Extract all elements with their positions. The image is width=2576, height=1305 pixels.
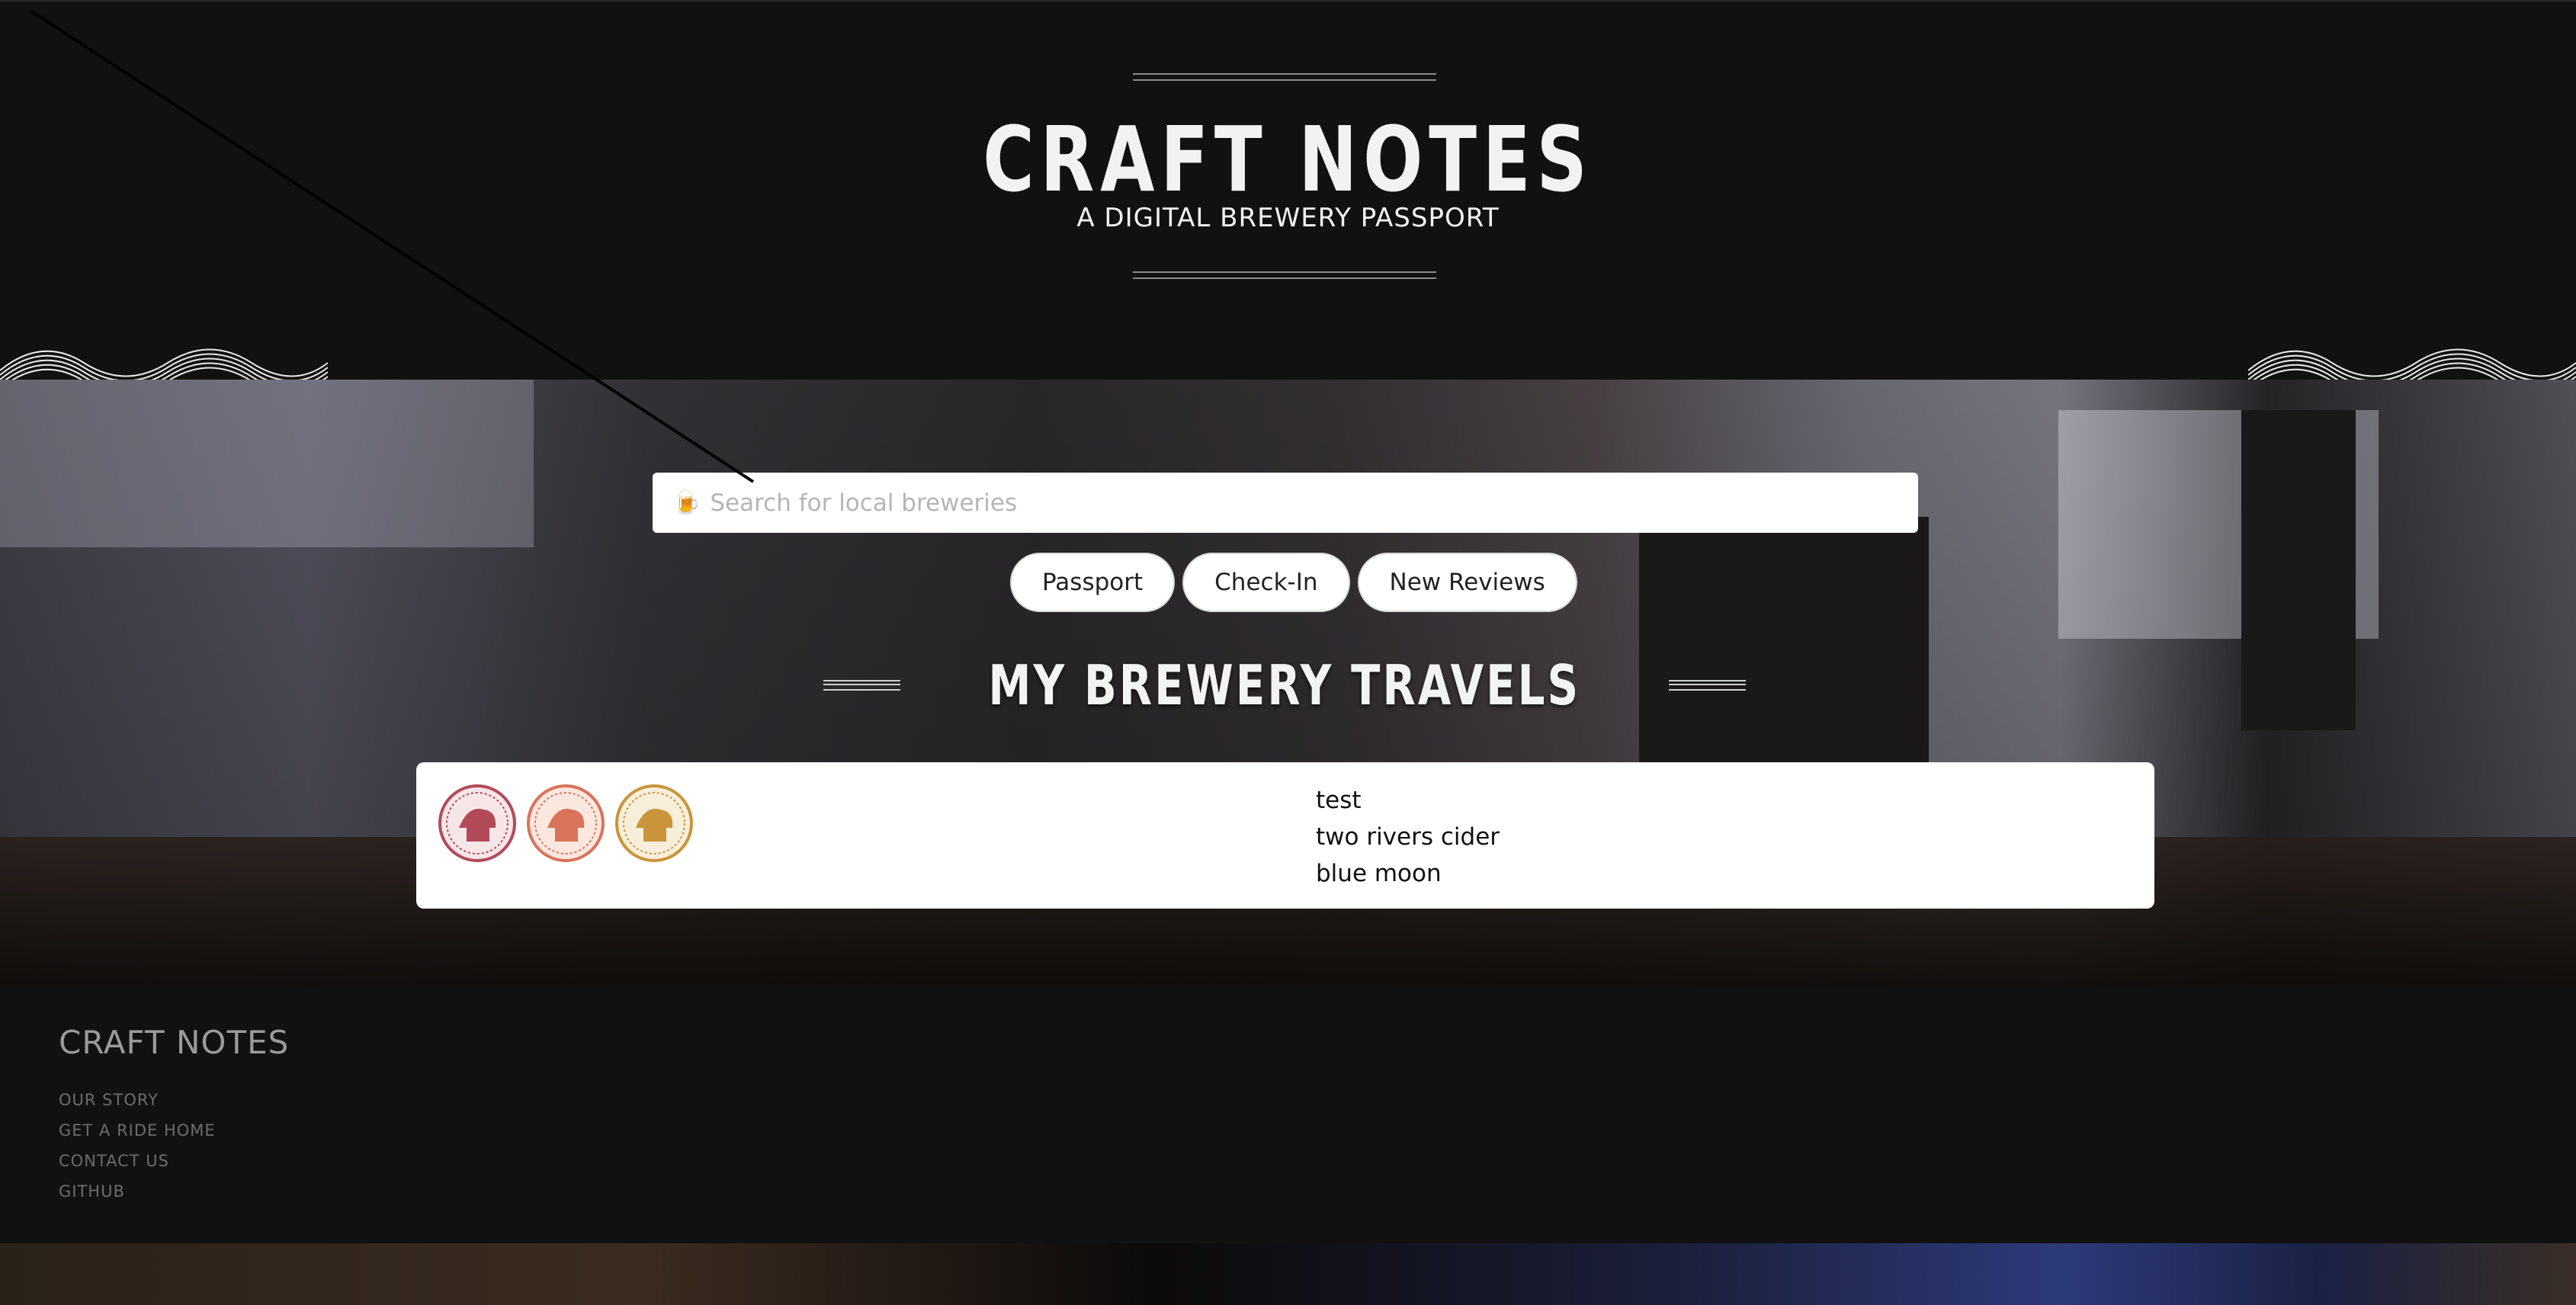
passport-card: test two rivers cider blue moon <box>416 762 2154 909</box>
site-subtitle: A DIGITAL BREWERY PASSPORT <box>1076 203 1500 233</box>
site-header: CRAFT NOTES A DIGITAL BREWERY PASSPORT <box>0 0 2576 396</box>
brewery-stamp-icon[interactable] <box>614 784 694 863</box>
header-top-rule <box>1133 73 1436 81</box>
heading-rule-right <box>1668 680 1747 691</box>
review-list: test two rivers cider blue moon <box>1316 782 1500 892</box>
site-title: CRAFT NOTES <box>983 107 1593 212</box>
footer-link-get-a-ride-home[interactable]: GET A RIDE HOME <box>59 1115 216 1146</box>
travels-title: MY BREWERY TRAVELS <box>988 653 1581 717</box>
site-footer: CRAFT NOTES OUR STORY GET A RIDE HOME CO… <box>0 986 2576 1243</box>
chalkboard-menu <box>2241 410 2356 730</box>
footer-link-contact-us[interactable]: CONTACT US <box>59 1146 216 1176</box>
list-item: test <box>1316 787 1362 814</box>
beer-mug-icon: 🍺 <box>672 489 701 516</box>
travels-heading: MY BREWERY TRAVELS <box>823 651 1747 720</box>
brewery-stamp-icon[interactable] <box>526 784 605 863</box>
footer-title: CRAFT NOTES <box>59 1024 290 1061</box>
heading-rule-left <box>823 680 901 691</box>
brewery-stamp-icon[interactable] <box>438 784 517 863</box>
hero-window <box>0 380 534 547</box>
list-item: blue moon <box>1316 860 1442 887</box>
footer-link-github[interactable]: GITHUB <box>59 1176 216 1207</box>
footer-link-our-story[interactable]: OUR STORY <box>59 1085 216 1115</box>
bottom-background-strip <box>0 1243 2576 1305</box>
search-input[interactable] <box>708 488 1918 518</box>
search-bar[interactable]: 🍺 <box>653 473 1918 533</box>
tab-check-in[interactable]: Check-In <box>1182 553 1350 612</box>
list-item: two rivers cider <box>1316 823 1500 851</box>
tab-passport[interactable]: Passport <box>1010 553 1176 612</box>
hero-brewery-background: 🍺 Passport Check-In New Reviews MY BREWE… <box>0 380 2576 986</box>
tab-new-reviews[interactable]: New Reviews <box>1357 553 1577 612</box>
footer-links: OUR STORY GET A RIDE HOME CONTACT US GIT… <box>59 1085 216 1207</box>
header-bottom-rule <box>1133 271 1436 279</box>
nav-tabs: Passport Check-In New Reviews <box>1010 553 1577 612</box>
